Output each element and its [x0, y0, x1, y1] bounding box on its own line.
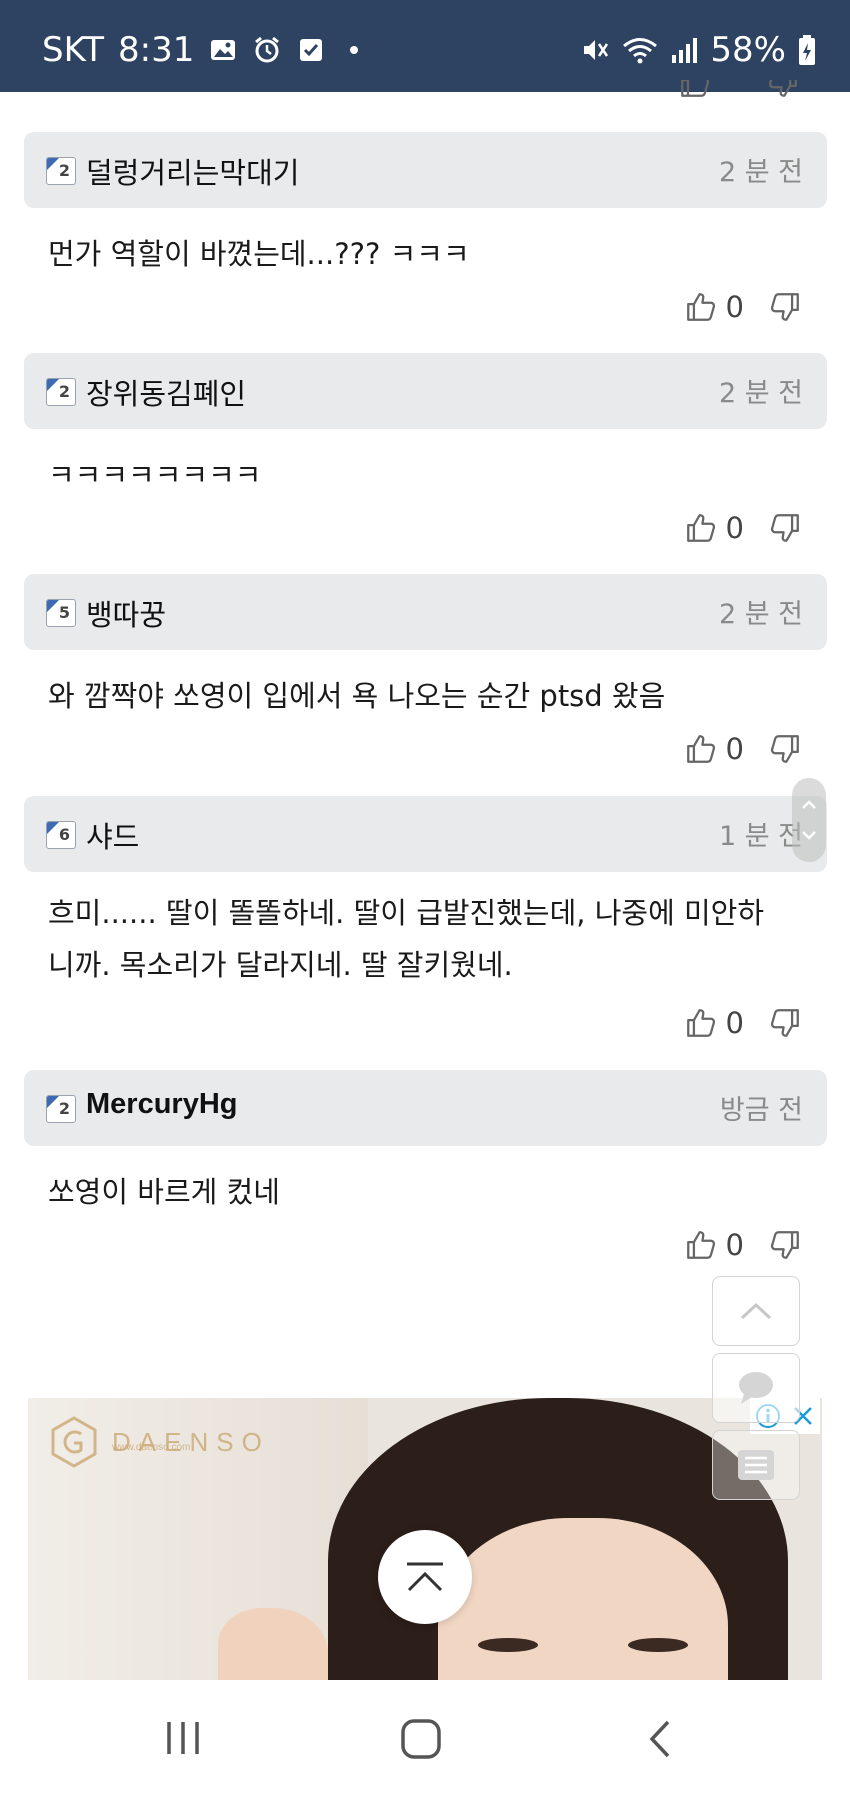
level-badge-number: 2 [58, 382, 70, 401]
status-bar-right: 58% [580, 30, 816, 70]
comment-body: 쏘영이 바르게 컸네 [48, 1166, 818, 1218]
comment-time: 2 분 전 [718, 599, 803, 630]
clock: 8:31 [118, 30, 195, 70]
comment-time: 방금 전 [719, 1095, 803, 1126]
thumbs-down-icon[interactable] [766, 80, 800, 100]
level-badge: 2 [46, 157, 76, 185]
list-button[interactable] [712, 1430, 800, 1500]
thumbs-down-icon[interactable] [768, 1006, 802, 1040]
level-badge-number: 5 [58, 603, 70, 622]
checkbox-icon [300, 39, 323, 61]
comment-author[interactable]: 뱅따꿍 [86, 592, 166, 634]
wifi-icon [623, 38, 658, 64]
comment-line: 와 깜짝야 쏘영이 입에서 욕 나오는 순간 ptsd 왔음 [48, 679, 666, 713]
scroll-arrows-icon [802, 800, 816, 840]
like-count: 0 [725, 732, 744, 766]
list-icon [738, 1450, 774, 1480]
comment-body: ㅋㅋㅋㅋㅋㅋㅋㅋ [48, 449, 818, 501]
thumbs-up-icon[interactable] [684, 511, 718, 545]
mute-icon [584, 40, 609, 60]
comment-body: 와 깜짝야 쏘영이 입에서 욕 나오는 순간 ptsd 왔음 [48, 670, 818, 722]
previous-comment-votes [676, 80, 816, 102]
comment-header: 2 MercuryHg 방금 전 [24, 1070, 827, 1146]
thumbs-down-icon[interactable] [768, 290, 802, 324]
level-badge-number: 6 [58, 825, 70, 844]
comment-line: 쏘영이 바르게 컸네 [48, 1175, 280, 1209]
back-icon[interactable] [645, 1718, 675, 1760]
like-count: 0 [725, 1006, 744, 1040]
thumbs-up-icon[interactable] [684, 1006, 718, 1040]
thumbs-down-icon[interactable] [768, 1228, 802, 1262]
vote-row: 0 [684, 732, 802, 766]
comment-body: 먼가 역할이 바꼈는데...??? ㅋㅋㅋ [48, 228, 818, 280]
thumbs-down-icon[interactable] [768, 511, 802, 545]
comment-author[interactable]: MercuryHg [86, 1088, 238, 1121]
carrier-label: SKT [42, 30, 105, 70]
comment-time: 2 분 전 [718, 378, 803, 409]
comment-line: 니까. 목소리가 달라지네. 딸 잘키웠네. [48, 948, 513, 982]
battery-percent: 58% [710, 30, 786, 70]
scroll-up-button[interactable] [712, 1276, 800, 1346]
comment-author[interactable]: 덜렁거리는막대기 [86, 150, 299, 192]
back-to-top-button[interactable] [378, 1530, 472, 1624]
fast-scroll-handle[interactable] [792, 778, 826, 862]
signal-icon [672, 38, 698, 63]
scroll-to-top-icon [407, 1562, 443, 1592]
speech-bubble-icon [739, 1372, 773, 1404]
level-badge-number: 2 [58, 1099, 70, 1118]
comment-line: 먼가 역할이 바꼈는데...??? ㅋㅋㅋ [48, 237, 470, 271]
level-badge: 2 [46, 1095, 76, 1123]
vote-row: 0 [684, 1228, 802, 1262]
level-badge: 6 [46, 821, 76, 849]
thumbs-up-icon[interactable] [684, 732, 718, 766]
level-badge: 2 [46, 378, 76, 406]
status-bar-left: SKT 8:31 [42, 30, 359, 70]
thumbs-down-icon[interactable] [768, 732, 802, 766]
comment-button[interactable] [712, 1353, 800, 1423]
like-count: 0 [725, 290, 744, 324]
like-count: 0 [725, 511, 744, 545]
comment-header: 2 덜렁거리는막대기 2 분 전 [24, 132, 827, 208]
gallery-icon [211, 40, 236, 60]
home-icon[interactable] [400, 1718, 442, 1760]
comment-header: 5 뱅따꿍 2 분 전 [24, 574, 827, 650]
thumbs-up-icon[interactable] [684, 290, 718, 324]
thumbs-up-icon[interactable] [684, 1228, 718, 1262]
brand-emblem-icon [51, 1416, 97, 1468]
notification-dot [350, 46, 359, 54]
comment-header: 2 장위동김폐인 2 분 전 [24, 353, 827, 429]
comment-header: 6 샤드 1 분 전 [24, 796, 827, 872]
chevron-up-icon [740, 1302, 772, 1320]
ad-brand-url: www.daenso.com [112, 1442, 191, 1453]
level-badge-number: 2 [58, 161, 70, 180]
recent-apps-icon[interactable] [164, 1718, 202, 1758]
comment-author[interactable]: 샤드 [86, 814, 139, 856]
comment-line: 흐미...... 딸이 똘똘하네. 딸이 급발진했는데, 나중에 미안하 [48, 896, 765, 930]
vote-row: 0 [684, 290, 802, 324]
like-count: 0 [725, 1228, 744, 1262]
thumbs-up-icon[interactable] [678, 80, 712, 100]
status-bar: SKT 8:31 58% [0, 0, 850, 92]
comment-body: 흐미...... 딸이 똘똘하네. 딸이 급발진했는데, 나중에 미안하 니까.… [48, 887, 818, 991]
vote-row: 0 [684, 1006, 802, 1040]
comment-time: 1 분 전 [718, 821, 803, 852]
battery-charging-icon [799, 35, 815, 65]
level-badge: 5 [46, 599, 76, 627]
comment-line: ㅋㅋㅋㅋㅋㅋㅋㅋ [48, 458, 262, 492]
comment-time: 2 분 전 [718, 157, 803, 188]
comment-author[interactable]: 장위동김폐인 [86, 371, 246, 413]
alarm-icon [255, 36, 280, 63]
system-navigation-bar [0, 1680, 850, 1795]
ad-model-eye [478, 1638, 538, 1652]
vote-row: 0 [684, 511, 802, 545]
ad-model-eye [628, 1638, 688, 1652]
